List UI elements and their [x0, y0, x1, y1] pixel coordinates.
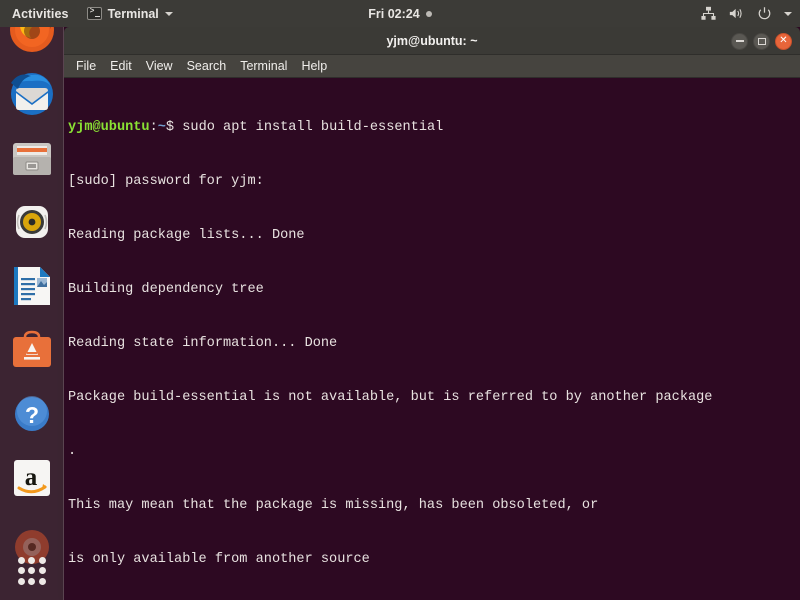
grid-dot — [17, 578, 25, 586]
prompt-path: ~ — [157, 120, 166, 135]
prompt-symbol: $ — [165, 120, 183, 135]
grid-dot — [17, 556, 25, 564]
menu-item-help[interactable]: Help — [301, 59, 327, 73]
chevron-down-icon — [164, 11, 173, 16]
terminal-line: Reading state information... Done — [68, 336, 338, 351]
dock-item-help[interactable]: ? — [7, 389, 57, 439]
top-bar: Activities Terminal Fri 02:24 — [0, 0, 800, 27]
dock-item-ubuntu-software[interactable] — [7, 325, 57, 375]
menu-item-search[interactable]: Search — [187, 59, 227, 73]
terminal-output[interactable]: yjm@ubuntu:~$ sudo apt install build-ess… — [64, 78, 800, 600]
network-icon — [701, 6, 716, 20]
system-indicators[interactable] — [700, 0, 792, 27]
grid-dot — [39, 556, 47, 564]
clock-label: Fri 02:24 — [368, 6, 420, 21]
window-title: yjm@ubuntu: ~ — [386, 33, 478, 48]
desktop-screen: Activities Terminal Fri 02:24 — [0, 0, 800, 600]
grid-dot — [28, 578, 36, 586]
terminal-line-command: yjm@ubuntu:~$ sudo apt install build-ess… — [68, 119, 796, 137]
dock-item-thunderbird[interactable] — [7, 69, 57, 119]
terminal-line: Reading package lists... Done — [68, 228, 305, 243]
terminal-line: Building dependency tree — [68, 282, 264, 297]
close-button[interactable]: ✕ — [775, 32, 792, 50]
menu-item-terminal[interactable]: Terminal — [240, 59, 287, 73]
chevron-down-icon[interactable] — [784, 11, 792, 16]
dock-item-amazon[interactable]: a — [7, 453, 57, 503]
grid-dot — [39, 578, 47, 586]
volume-icon — [729, 8, 742, 19]
menu-item-edit[interactable]: Edit — [110, 59, 132, 73]
show-applications-button[interactable] — [11, 550, 53, 592]
menu-item-file[interactable]: File — [76, 59, 96, 73]
minimize-button[interactable] — [731, 32, 748, 50]
terminal-line: . — [68, 444, 77, 459]
terminal-line: This may mean that the package is missin… — [68, 498, 599, 513]
title-bar[interactable]: yjm@ubuntu: ~ ✕ — [64, 27, 800, 55]
dock-item-files[interactable] — [7, 133, 57, 183]
app-menu-terminal[interactable]: Terminal — [79, 7, 181, 21]
prompt-colon: : — [149, 120, 158, 135]
terminal-line: is only available from another source — [68, 552, 370, 567]
notification-dot-icon — [425, 10, 432, 17]
maximize-button[interactable] — [753, 32, 770, 50]
clock-menu[interactable]: Fri 02:24 — [330, 7, 470, 21]
terminal-icon — [86, 7, 102, 20]
svg-text:a: a — [25, 464, 38, 491]
menu-item-view[interactable]: View — [146, 59, 173, 73]
grid-dot — [17, 567, 25, 575]
dock: ? a — [0, 27, 64, 600]
grid-dot — [39, 567, 47, 575]
dock-item-firefox[interactable] — [7, 27, 57, 55]
menu-bar: File Edit View Search Terminal Help — [64, 55, 800, 78]
prompt-user: yjm@ubuntu — [68, 120, 150, 135]
grid-dot — [28, 567, 36, 575]
terminal-command: sudo apt install build-essential — [182, 120, 444, 135]
window-controls: ✕ — [731, 27, 792, 55]
app-menu-label: Terminal — [107, 6, 159, 21]
svg-text:?: ? — [25, 402, 39, 428]
activities-button[interactable]: Activities — [0, 7, 79, 21]
dock-item-rhythmbox[interactable] — [7, 197, 57, 247]
terminal-line: [sudo] password for yjm: — [68, 174, 264, 189]
grid-dot — [28, 556, 36, 564]
dock-item-libreoffice-writer[interactable] — [7, 261, 57, 311]
power-icon — [758, 7, 771, 20]
terminal-line: Package build-essential is not available… — [68, 390, 713, 405]
terminal-window: yjm@ubuntu: ~ ✕ File Edit View Search Te… — [64, 27, 800, 600]
